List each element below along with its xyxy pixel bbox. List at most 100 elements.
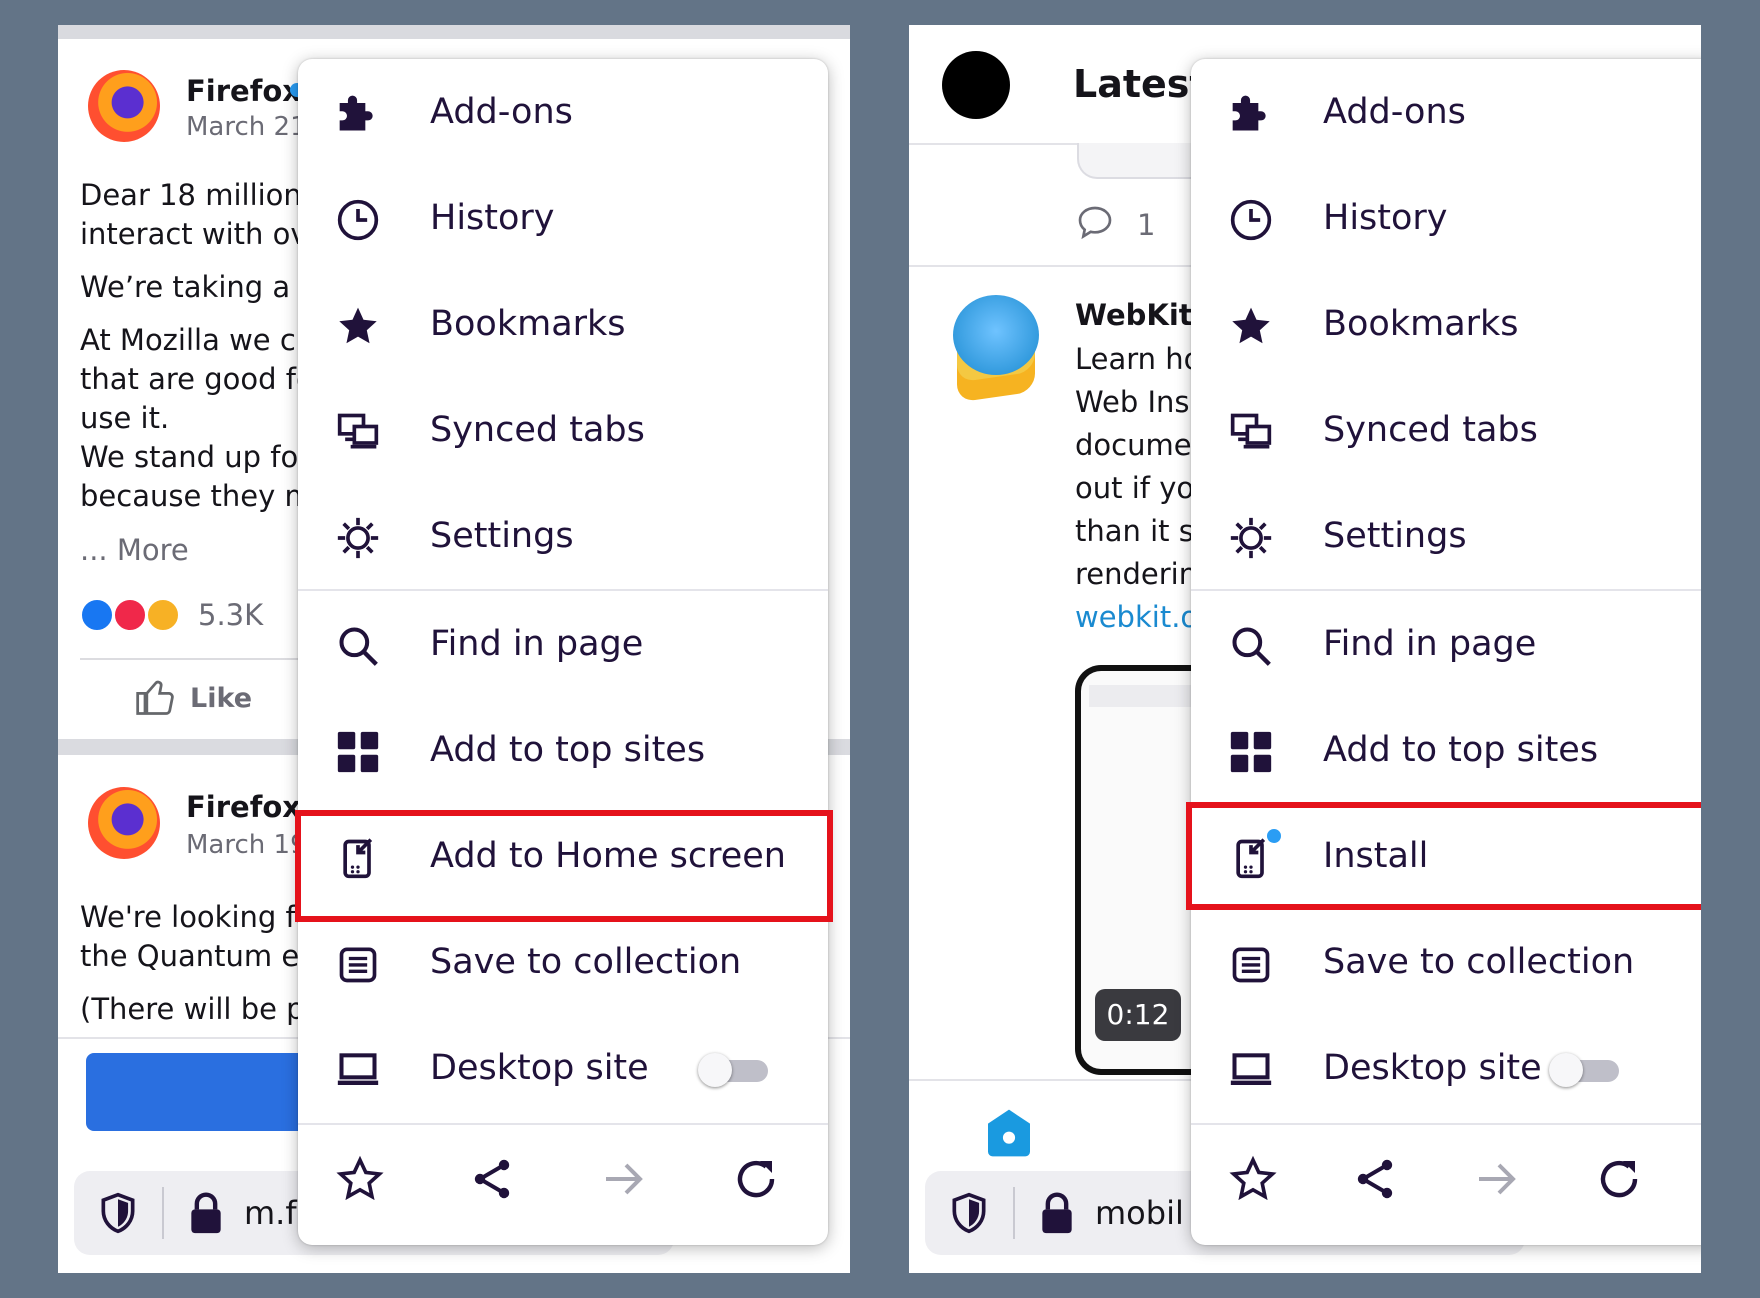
post-text-line: the Quantum era: [80, 939, 329, 973]
thumbs-up-icon: [136, 680, 174, 715]
star-filled-icon: [1232, 307, 1270, 344]
search-icon: [1232, 627, 1271, 666]
love-reaction-icon: [113, 598, 147, 632]
menu-item-label: Synced tabs: [1323, 410, 1538, 450]
puzzle-icon: [339, 95, 373, 131]
menu-item-label: Desktop site: [1323, 1048, 1542, 1088]
post-text-line: use it.: [80, 401, 170, 435]
menu-item-label: Settings: [430, 516, 574, 556]
menu-item-label: Add to top sites: [430, 730, 706, 770]
grid-icon: [337, 731, 379, 773]
right-phone-screen: Latest 1 WebKit Learn ho Web Ins docume …: [909, 25, 1701, 1273]
menu-item-save-to-collection[interactable]: Save to collection: [1191, 909, 1701, 1015]
clock-icon: [1230, 199, 1272, 241]
menu-item-desktop-site[interactable]: Desktop site: [1191, 1015, 1701, 1121]
menu-item-label: History: [430, 198, 555, 238]
post-author[interactable]: Firefox: [186, 787, 301, 827]
left-phone-screen: Firefox March 21 Dear 18 million p inter…: [58, 25, 850, 1273]
forward-icon[interactable]: [1473, 1155, 1521, 1203]
post-text-line: (There will be pr: [80, 992, 317, 1026]
more-link[interactable]: ... More: [80, 530, 189, 570]
highlight-box: [1186, 802, 1701, 910]
share-icon[interactable]: [1351, 1155, 1399, 1203]
menu-item-desktop-site[interactable]: Desktop site: [298, 1015, 828, 1121]
url-text[interactable]: mobil: [1095, 1193, 1184, 1233]
post-date[interactable]: March 19: [186, 825, 307, 865]
menu-item-label: Find in page: [430, 624, 644, 664]
webkit-logo: [949, 295, 1043, 405]
menu-item-label: Desktop site: [430, 1048, 649, 1088]
menu-item-bookmarks[interactable]: Bookmarks: [1191, 271, 1701, 377]
firefox-logo: [88, 70, 160, 142]
menu-item-bookmarks[interactable]: Bookmarks: [298, 271, 828, 377]
menu-item-label: Synced tabs: [430, 410, 645, 450]
menu-item-settings[interactable]: Settings: [1191, 483, 1701, 589]
post-text-line: docume: [1075, 428, 1192, 462]
wow-reaction-icon: [146, 598, 180, 632]
forward-icon[interactable]: [600, 1155, 648, 1203]
post-text-line: Learn ho: [1075, 342, 1202, 376]
menu-item-label: Bookmarks: [1323, 304, 1519, 344]
menu-item-synced-tabs[interactable]: Synced tabs: [1191, 377, 1701, 483]
post-date[interactable]: March 21: [186, 107, 307, 147]
menu-item-add-ons[interactable]: Add-ons: [1191, 59, 1701, 165]
comment-count: 1: [1137, 208, 1156, 242]
reaction-count[interactable]: 5.3K: [198, 595, 263, 635]
post-text-line: Dear 18 million p: [80, 178, 330, 212]
status-strip: [58, 25, 850, 39]
post-link[interactable]: webkit.o: [1075, 597, 1198, 637]
post-text-line: out if yo: [1075, 471, 1195, 505]
desktop-site-toggle[interactable]: [1549, 1053, 1619, 1087]
post-text-line: renderin: [1075, 557, 1198, 591]
menu-item-history[interactable]: History: [298, 165, 828, 271]
menu-item-settings[interactable]: Settings: [298, 483, 828, 589]
post-author[interactable]: WebKit: [1075, 295, 1193, 335]
url-text[interactable]: m.f: [244, 1193, 297, 1233]
menu-item-save-to-collection[interactable]: Save to collection: [298, 909, 828, 1015]
clock-icon: [337, 199, 379, 241]
divider: [1013, 1187, 1015, 1239]
synced-devices-icon: [337, 413, 379, 449]
comment-icon[interactable]: [1075, 203, 1115, 243]
menu-item-label: History: [1323, 198, 1448, 238]
gear-icon: [337, 517, 379, 559]
avatar[interactable]: [942, 51, 1010, 119]
menu-item-add-ons[interactable]: Add-ons: [298, 59, 828, 165]
post-text-line: We’re taking a b: [80, 270, 318, 304]
menu-item-label: Save to collection: [430, 942, 742, 982]
menu-item-add-to-top-sites[interactable]: Add to top sites: [298, 697, 828, 803]
star-filled-icon: [339, 307, 377, 344]
menu-separator: [1191, 1123, 1701, 1125]
firefox-logo: [88, 787, 160, 859]
menu-item-find-in-page[interactable]: Find in page: [298, 591, 828, 697]
menu-item-label: Find in page: [1323, 624, 1537, 664]
star-outline-icon[interactable]: [1229, 1155, 1277, 1203]
tracking-shield-icon[interactable]: [947, 1191, 991, 1235]
menu-item-add-to-top-sites[interactable]: Add to top sites: [1191, 697, 1701, 803]
like-button[interactable]: Like: [190, 679, 252, 719]
share-icon[interactable]: [468, 1155, 516, 1203]
menu-item-label: Add to top sites: [1323, 730, 1599, 770]
reload-icon[interactable]: [1595, 1155, 1643, 1203]
menu-item-find-in-page[interactable]: Find in page: [1191, 591, 1701, 697]
menu-item-label: Add-ons: [1323, 92, 1466, 132]
puzzle-icon: [1232, 95, 1266, 131]
lock-icon[interactable]: [186, 1191, 226, 1235]
menu-item-history[interactable]: History: [1191, 165, 1701, 271]
post-text-line: interact with ove: [80, 217, 326, 251]
star-outline-icon[interactable]: [336, 1155, 384, 1203]
lock-icon[interactable]: [1037, 1191, 1077, 1235]
menu-item-label: Save to collection: [1323, 942, 1635, 982]
post-text-line: We stand up for: [80, 440, 311, 474]
post-author[interactable]: Firefox: [186, 71, 301, 111]
home-icon[interactable]: [981, 1105, 1037, 1161]
tracking-shield-icon[interactable]: [96, 1191, 140, 1235]
desktop-site-toggle[interactable]: [698, 1053, 768, 1087]
laptop-icon: [1230, 1053, 1272, 1086]
synced-devices-icon: [1230, 413, 1272, 449]
post-text-line: We're looking fo: [80, 900, 314, 934]
reload-icon[interactable]: [732, 1155, 780, 1203]
page-title: Latest: [1073, 62, 1208, 106]
like-reaction-icon: [80, 598, 114, 632]
menu-item-synced-tabs[interactable]: Synced tabs: [298, 377, 828, 483]
